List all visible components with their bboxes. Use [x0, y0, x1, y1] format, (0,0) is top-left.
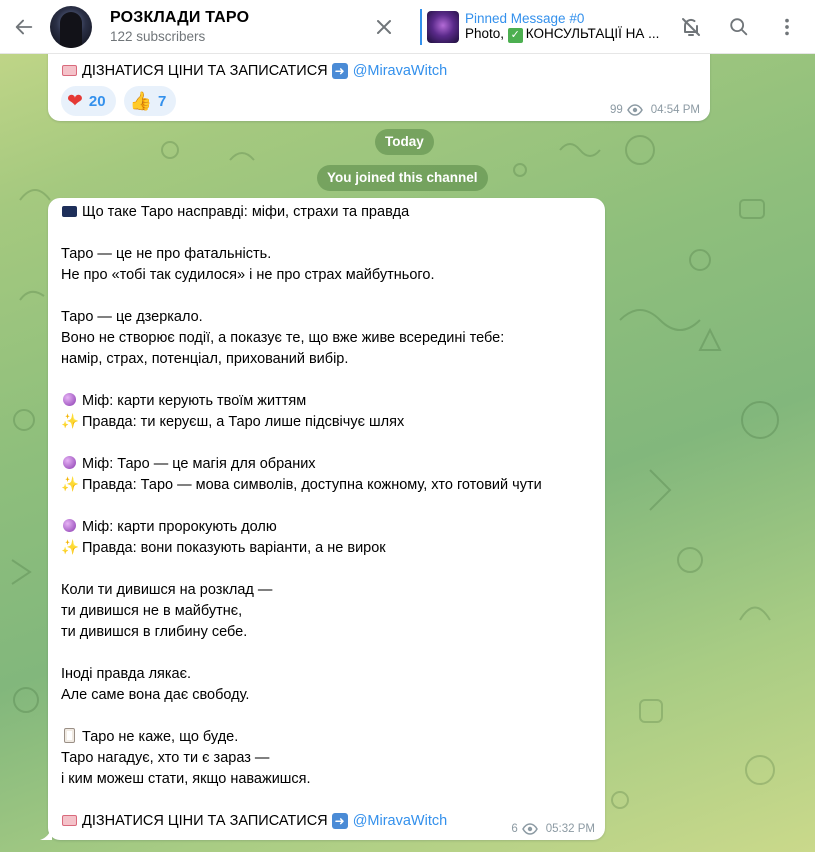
message-line: Міф: Таро — це магія для обраних — [61, 454, 316, 475]
pinned-thumbnail — [427, 10, 459, 43]
channel-info[interactable]: РОЗКЛАДИ ТАРО 122 subscribers — [110, 9, 370, 44]
message-line: намір, страх, потенціал, прихований вибі… — [61, 351, 349, 367]
right-arrow-icon: ➜ — [331, 813, 348, 829]
channel-title: РОЗКЛАДИ ТАРО — [110, 9, 250, 26]
pinned-title: Pinned Message #0 — [465, 10, 585, 26]
more-vertical-icon — [785, 18, 789, 35]
unmute-button[interactable] — [671, 7, 711, 47]
reaction-thumbs-up[interactable]: 👍 7 — [123, 86, 177, 116]
close-icon — [377, 19, 391, 34]
bell-off-icon — [682, 17, 700, 36]
eye-icon — [626, 104, 643, 116]
pinned-message[interactable]: Pinned Message #0 Photo, ✓ КОНСУЛЬТАЦІЇ Н… — [420, 8, 670, 45]
message-time: 05:32 PM — [545, 823, 595, 835]
subscriber-count: 122 subscribers — [110, 29, 206, 44]
message-bubble[interactable]: Що таке Таро насправді: міфи, страхи та … — [48, 198, 605, 840]
crystal-ball-icon — [61, 454, 77, 475]
thumbs-up-icon: 👍 — [129, 91, 153, 111]
message-line: Коли ти дивишся на розклад — — [61, 582, 273, 598]
right-arrow-icon: ➜ — [331, 63, 348, 79]
night-sky-icon — [61, 202, 77, 223]
arrow-left-icon — [15, 19, 33, 34]
reaction-heart[interactable]: ❤ 20 — [61, 86, 116, 116]
eye-icon — [521, 823, 538, 835]
message-line: Але саме вона дає свободу. — [61, 687, 250, 703]
crystal-ball-icon — [61, 391, 77, 412]
mention-link[interactable]: @MiravaWitch — [353, 813, 447, 829]
message-time: 04:54 PM — [650, 104, 700, 116]
cta-line: ДІЗНАТИСЯ ЦІНИ ТА ЗАПИСАТИСЯ ➜ @MiravaWit… — [61, 811, 447, 832]
message-line: ✨ Правда: Таро — мова символів, доступна … — [61, 475, 542, 496]
heart-icon: ❤ — [67, 90, 83, 112]
channel-avatar[interactable] — [50, 5, 92, 48]
message-line: і ким можеш стати, якщо наважишся. — [61, 771, 311, 787]
message-line: Іноді правда лякає. — [61, 666, 192, 682]
search-icon — [730, 17, 748, 35]
message-meta: 99 04:54 PM — [610, 104, 700, 116]
close-button[interactable] — [370, 13, 398, 41]
message-line: ✨ Правда: ти керуєш, а Таро лише підсвічу… — [61, 412, 404, 433]
view-count: 99 — [609, 104, 623, 116]
check-mark-icon: ✓ — [507, 27, 523, 43]
view-count: 6 — [511, 823, 518, 835]
love-letter-icon — [61, 811, 77, 832]
more-button[interactable] — [767, 7, 807, 47]
message-line: Воно не створює події, а показує те, що … — [61, 330, 505, 346]
sparkles-icon: ✨ — [61, 414, 80, 430]
channel-header: РОЗКЛАДИ ТАРО 122 subscribers Pinned Mes… — [0, 0, 815, 54]
sparkles-icon: ✨ — [61, 477, 80, 493]
pinned-preview: Photo, ✓ КОНСУЛЬТАЦІЇ НА ... — [465, 25, 660, 43]
sparkles-icon: ✨ — [61, 540, 80, 556]
joined-channel-notice: You joined this channel — [317, 165, 488, 191]
cta-line: ДІЗНАТИСЯ ЦІНИ ТА ЗАПИСАТИСЯ ➜ @MiravaWit… — [61, 61, 447, 82]
date-divider: Today — [375, 129, 434, 155]
mention-link[interactable]: @MiravaWitch — [353, 63, 447, 79]
message-line: ти дивишся не в майбутнє, — [61, 603, 243, 619]
message-line: ти дивишся в глибину себе. — [61, 624, 248, 640]
message-line: Таро не каже, що буде. — [61, 727, 238, 748]
message-line: ✨ Правда: вони показують варіанти, а не в… — [61, 538, 386, 559]
tarot-card-icon — [61, 727, 77, 748]
crystal-ball-icon — [61, 517, 77, 538]
bubble-tail — [40, 826, 52, 840]
message-line: Міф: карти керують твоїм життям — [61, 391, 306, 412]
message-line: Не про «тобі так судилося» і не про стра… — [61, 267, 435, 283]
message-meta: 6 05:32 PM — [511, 823, 595, 835]
love-letter-icon — [61, 61, 77, 82]
message-line: Що таке Таро насправді: міфи, страхи та … — [61, 202, 409, 223]
message-line: Таро нагадує, хто ти є зараз — — [61, 750, 270, 766]
message-line: Таро — це не про фатальність. — [61, 246, 272, 262]
message-line: Міф: карти пророкують долю — [61, 517, 277, 538]
search-button[interactable] — [719, 7, 759, 47]
back-button[interactable] — [6, 9, 42, 45]
message-line: Таро — це дзеркало. — [61, 309, 203, 325]
